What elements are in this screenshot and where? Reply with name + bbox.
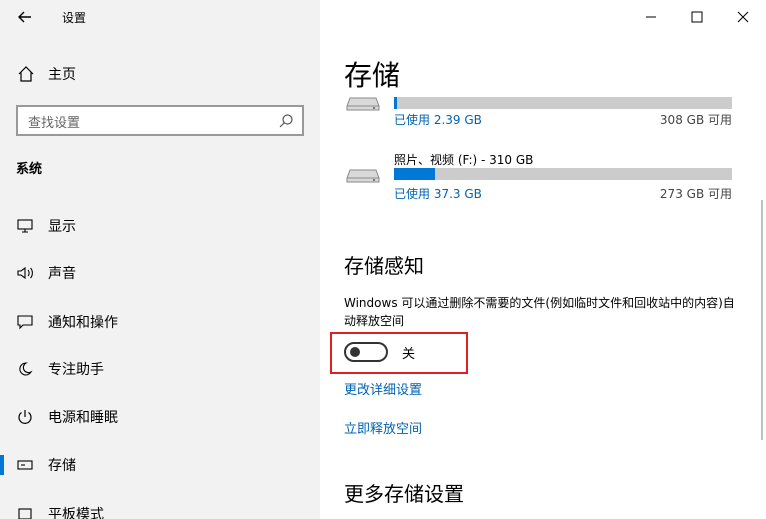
sidebar-item-storage[interactable]: 存储 xyxy=(0,450,320,480)
drive-usage-bar xyxy=(394,168,732,180)
drive-usage-bar xyxy=(394,97,732,109)
moon-icon xyxy=(16,360,34,378)
sidebar-item-tablet-mode[interactable]: 平板模式 xyxy=(0,499,320,519)
minimize-icon[interactable] xyxy=(640,6,662,28)
scrollbar[interactable] xyxy=(761,200,763,440)
speaker-icon xyxy=(16,264,34,282)
home-label: 主页 xyxy=(48,67,76,83)
section-title: 系统 xyxy=(16,162,43,177)
home-icon xyxy=(16,64,36,84)
drive-free-text: 273 GB 可用 xyxy=(659,187,732,201)
drive-used-text: 已使用 37.3 GB xyxy=(394,187,482,201)
sidebar-item-label: 专注助手 xyxy=(48,362,104,378)
search-icon xyxy=(278,113,294,129)
search-placeholder: 查找设置 xyxy=(28,116,81,131)
highlight-box xyxy=(330,332,468,374)
sidebar-item-display[interactable]: 显示 xyxy=(0,211,320,241)
drive-usage-fill xyxy=(394,168,435,180)
more-storage-settings-heading: 更多存储设置 xyxy=(344,482,464,506)
drive-name[interactable]: 照片、视频 (F:) - 310 GB xyxy=(394,151,533,168)
search-input[interactable]: 查找设置 xyxy=(16,105,304,136)
sidebar: 设置 主页 查找设置 系统 显示 声音 通知和操作 专注助手 电源和睡眠 存储 … xyxy=(0,0,320,519)
content-pane: 存储 已使用 2.39 GB 308 GB 可用 照片、视频 (F:) - 31… xyxy=(320,0,766,519)
sidebar-item-label: 声音 xyxy=(48,266,76,282)
drive-used-text: 已使用 2.39 GB xyxy=(394,113,482,127)
storage-sense-description: Windows 可以通过删除不需要的文件(例如临时文件和回收站中的内容)自动释放… xyxy=(344,296,735,328)
drive-icon xyxy=(346,168,380,184)
display-icon xyxy=(16,217,34,235)
page-title: 存储 xyxy=(344,59,401,92)
window-title: 设置 xyxy=(62,11,87,25)
sidebar-item-label: 存储 xyxy=(48,458,76,474)
change-settings-link[interactable]: 更改详细设置 xyxy=(344,379,422,398)
sidebar-item-notifications[interactable]: 通知和操作 xyxy=(0,307,320,337)
free-space-now-link[interactable]: 立即释放空间 xyxy=(344,418,422,437)
sidebar-item-power-sleep[interactable]: 电源和睡眠 xyxy=(0,402,320,432)
home-nav-item[interactable]: 主页 xyxy=(16,63,76,85)
sidebar-item-focus-assist[interactable]: 专注助手 xyxy=(0,354,320,384)
storage-sense-heading: 存储感知 xyxy=(344,254,424,278)
sidebar-item-label: 显示 xyxy=(48,219,76,235)
sidebar-item-label: 平板模式 xyxy=(48,507,104,519)
maximize-icon[interactable] xyxy=(686,6,708,28)
active-indicator xyxy=(0,455,4,475)
power-icon xyxy=(16,408,34,426)
notification-icon xyxy=(16,313,34,331)
storage-icon xyxy=(16,456,34,474)
sidebar-item-label: 通知和操作 xyxy=(48,315,118,331)
tablet-icon xyxy=(16,505,34,519)
drive-free-text: 308 GB 可用 xyxy=(659,113,732,127)
sidebar-item-sound[interactable]: 声音 xyxy=(0,258,320,288)
sidebar-item-label: 电源和睡眠 xyxy=(48,410,118,426)
back-arrow-icon[interactable] xyxy=(14,6,36,28)
close-icon[interactable] xyxy=(732,6,754,28)
drive-usage-fill xyxy=(394,97,397,109)
drive-icon xyxy=(346,96,380,112)
